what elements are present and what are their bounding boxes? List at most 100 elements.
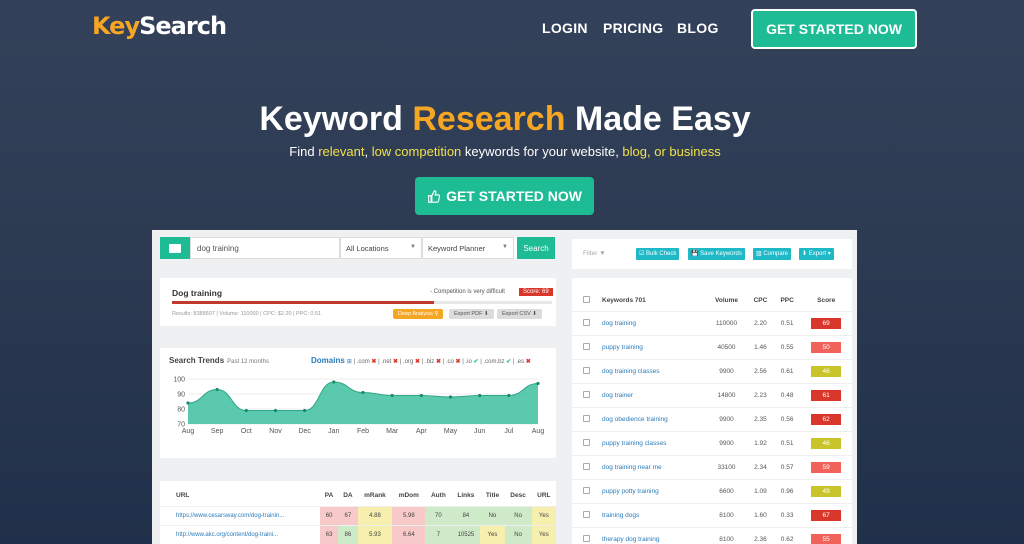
keyword-link[interactable]: dog training classes <box>600 359 706 384</box>
row-checkbox[interactable] <box>582 463 590 470</box>
export-dropdown-button[interactable]: ⬇ Export ▾ <box>799 248 834 260</box>
x-tick-label: Aug <box>182 428 195 435</box>
row-checkbox[interactable] <box>582 535 590 543</box>
url-column-header[interactable]: Desc <box>505 489 532 507</box>
serp-metric-cell: No <box>504 525 532 544</box>
domain-name: .net <box>381 359 394 365</box>
folder-button[interactable] <box>160 237 190 259</box>
plus-square-icon[interactable]: ⊞ <box>347 359 352 365</box>
keyword-column-header[interactable]: PPC <box>774 293 800 312</box>
row-checkbox[interactable] <box>582 487 590 494</box>
search-button[interactable]: Search <box>517 237 555 259</box>
hero-title-part-3: Made Easy <box>565 100 751 138</box>
filter-input[interactable]: Filter ▼ <box>583 250 606 257</box>
keyword-column-header[interactable]: Volume <box>706 293 747 312</box>
domains-list: Domains ⊞ | .com ✖ | .net ✖ | .org ✖ | .b… <box>311 356 531 365</box>
export-csv-button[interactable]: Export CSV ⬇ <box>497 309 542 319</box>
x-tick-label: Oct <box>241 428 252 435</box>
keyword-column-header[interactable]: Score <box>800 293 852 312</box>
keyword-search-bar: dog training All Locations ▼ Keyword Plan… <box>160 237 555 259</box>
row-checkbox[interactable] <box>582 415 590 422</box>
keyword-link[interactable]: therapy dog training <box>600 527 706 544</box>
row-checkbox[interactable] <box>582 391 590 398</box>
location-select[interactable]: All Locations ▼ <box>340 237 422 259</box>
save-keywords-button[interactable]: 💾 Save Keywords <box>688 248 745 260</box>
url-column-header[interactable]: URL <box>160 489 320 507</box>
select-all-checkbox[interactable] <box>582 296 590 303</box>
nav-blog-link[interactable]: BLOG <box>677 20 719 36</box>
row-checkbox[interactable] <box>582 439 590 446</box>
keyword-link[interactable]: dog training <box>600 311 706 336</box>
score-badge: 59 <box>811 462 842 473</box>
hero-get-started-button[interactable]: GET STARTED NOW <box>415 177 594 215</box>
ppc-cell: 0.62 <box>773 527 801 544</box>
domain-name: .org <box>402 359 415 365</box>
keyword-link[interactable]: puppy training <box>600 335 706 360</box>
volume-cell: 6600 <box>706 479 747 504</box>
score-cell: 50 <box>800 335 852 360</box>
url-column-header[interactable]: PA <box>320 489 338 507</box>
row-checkbox[interactable] <box>582 367 590 374</box>
bulk-check-button[interactable]: ☑ Bulk Check <box>636 248 680 260</box>
table-row: puppy training 40500 1.46 0.55 50 <box>572 335 852 360</box>
url-column-header[interactable]: URL <box>532 489 556 507</box>
location-value: All Locations <box>346 244 389 253</box>
trend-point <box>215 387 219 392</box>
row-checkbox[interactable] <box>582 511 590 518</box>
cpc-cell: 2.20 <box>747 311 774 336</box>
row-checkbox[interactable] <box>582 319 590 326</box>
ppc-cell: 0.56 <box>773 407 801 432</box>
nav-get-started-button[interactable]: GET STARTED NOW <box>751 9 917 49</box>
table-row: puppy potty training 6600 1.09 0.96 49 <box>572 479 852 504</box>
row-checkbox-cell <box>572 359 600 384</box>
serp-metric-cell: 86 <box>338 525 358 544</box>
row-checkbox[interactable] <box>582 343 590 350</box>
x-tick-label: Jan <box>328 428 339 435</box>
ppc-cell: 0.61 <box>773 359 801 384</box>
keyword-link[interactable]: puppy training classes <box>600 431 706 456</box>
url-column-header[interactable]: Links <box>451 489 480 507</box>
select-all-checkbox-header[interactable] <box>572 293 600 312</box>
keyword-link[interactable]: dog obedience training <box>600 407 706 432</box>
keyword-link[interactable]: puppy potty training <box>600 479 706 504</box>
deep-analysis-button[interactable]: Deep Analysis ⚲ <box>393 309 444 319</box>
keyword-link[interactable]: dog training near me <box>600 455 706 480</box>
url-column-header[interactable]: mRank <box>358 489 393 507</box>
domains-label[interactable]: Domains <box>311 356 345 365</box>
domain-name: .es <box>516 359 526 365</box>
keyword-column-header[interactable]: Keywords 701 <box>600 293 706 312</box>
trend-point <box>419 393 423 398</box>
score-badge: 69 <box>811 318 842 329</box>
keyword-link[interactable]: dog trainer <box>600 383 706 408</box>
serp-url-link[interactable]: http://www.akc.org/content/dog-traini... <box>160 525 320 544</box>
url-column-header[interactable]: Title <box>480 489 504 507</box>
serp-url-link[interactable]: https://www.cesarsway.com/dog-trainin... <box>160 506 320 526</box>
volume-cell: 110000 <box>706 311 747 336</box>
save-keywords-label: Save Keywords <box>700 251 742 257</box>
export-pdf-button[interactable]: Export PDF ⬇ <box>449 309 494 319</box>
domain-name: .biz <box>424 359 436 365</box>
serp-metric-cell: 84 <box>451 506 481 526</box>
keyword-link[interactable]: training dogs <box>600 503 706 528</box>
url-column-header[interactable]: mDom <box>392 489 425 507</box>
source-value: Keyword Planner <box>428 244 486 253</box>
ppc-cell: 0.57 <box>773 455 801 480</box>
trend-point <box>448 395 453 399</box>
source-select[interactable]: Keyword Planner ▼ <box>422 237 514 259</box>
serp-metric-cell: 60 <box>319 506 339 526</box>
url-column-header[interactable]: DA <box>338 489 357 507</box>
score-badge: 62 <box>811 414 842 425</box>
keyword-input[interactable]: dog training <box>190 237 340 259</box>
compare-button[interactable]: ▥ Compare <box>753 248 792 260</box>
nav-login-link[interactable]: LOGIN <box>542 20 588 36</box>
x-icon: ✖ <box>414 359 421 365</box>
trend-point <box>536 381 540 386</box>
x-tick-label: Mar <box>386 428 399 435</box>
keyword-column-header[interactable]: CPC <box>747 293 774 312</box>
keysearch-logo[interactable]: Key Searc h <box>92 12 227 40</box>
url-column-header[interactable]: Auth <box>425 489 451 507</box>
nav-pricing-link[interactable]: PRICING <box>603 20 663 36</box>
difficulty-meta: Results: 8388607 | Volume: 110000 | CPC:… <box>172 311 322 317</box>
ppc-cell: 0.96 <box>773 479 801 504</box>
hero-sub-highlight: low competition <box>371 144 462 159</box>
